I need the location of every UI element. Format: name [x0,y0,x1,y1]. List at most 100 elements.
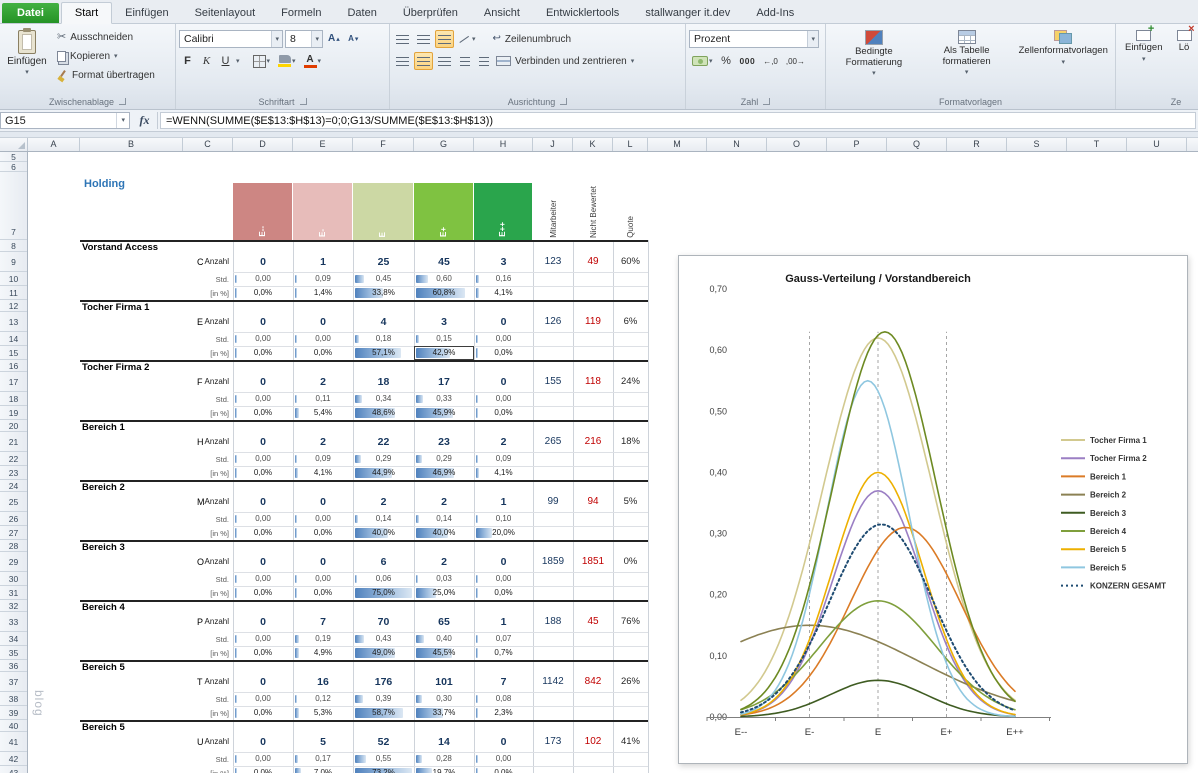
paste-button[interactable]: Einfügen ▾ [3,26,51,94]
row-header-30[interactable]: 30 [0,572,27,586]
cell-D41[interactable]: 0 [233,732,293,752]
cell-E41[interactable]: 5 [293,732,353,752]
comma-style-button[interactable]: 000 [737,52,759,70]
cell-D35[interactable]: 0,0% [233,646,293,660]
col-header-R[interactable]: R [947,138,1007,151]
row-header-38[interactable]: 38 [0,692,27,706]
ribbon-tab-entwicklertools[interactable]: Entwicklertools [533,3,632,23]
cell-G38[interactable]: 0,30 [414,692,474,706]
cell-D11[interactable]: 0,0% [233,286,293,300]
cell-J41[interactable]: 173 [533,732,573,752]
cell-D22[interactable]: 0,00 [233,452,293,466]
ribbon-tab-stallwanger-it-dev[interactable]: stallwanger it.dev [632,3,743,23]
cell-H30[interactable]: 0,00 [474,572,533,586]
align-left-button[interactable] [393,52,412,70]
conditional-formatting-button[interactable]: Bedingte Formatierung▾ [829,26,919,94]
decrease-indent-button[interactable] [456,52,473,70]
bold-button[interactable]: F [179,52,196,70]
increase-indent-button[interactable] [475,52,492,70]
cell-F34[interactable]: 0,43 [353,632,414,646]
cell-G9[interactable]: 45 [414,252,474,272]
cell-L17[interactable]: 24% [613,372,648,392]
cell-F22[interactable]: 0,29 [353,452,414,466]
row-header-43[interactable]: 43 [0,766,27,773]
cell-G33[interactable]: 65 [414,612,474,632]
cell-F15[interactable]: 57,1% [353,346,414,360]
row-header-24[interactable]: 24 [0,480,27,492]
cell-H35[interactable]: 0,7% [474,646,533,660]
align-bottom-button[interactable] [435,30,454,48]
cell-D21[interactable]: 0 [233,432,293,452]
cell-G13[interactable]: 3 [414,312,474,332]
cell-D26[interactable]: 0,00 [233,512,293,526]
cell-D18[interactable]: 0,00 [233,392,293,406]
cell-D38[interactable]: 0,00 [233,692,293,706]
font-family-select[interactable]: Calibri▾ [179,30,283,48]
cell-K33[interactable]: 45 [573,612,613,632]
cell-E19[interactable]: 5,4% [293,406,353,420]
cell-F23[interactable]: 44,9% [353,466,414,480]
section-name-cell[interactable]: Tocher Firma 1 [82,302,149,313]
font-color-button[interactable]: A▾ [301,52,325,70]
section-name-cell[interactable]: Bereich 5 [82,662,125,673]
cell-F10[interactable]: 0,45 [353,272,414,286]
dialog-launcher-icon[interactable] [763,98,770,105]
cell-J21[interactable]: 265 [533,432,573,452]
row-header-5[interactable]: 5 [0,152,27,162]
cell-styles-button[interactable]: Zellenformatvorlagen▾ [1014,26,1112,94]
ribbon-tab--berpr-fen[interactable]: Überprüfen [390,3,471,23]
ribbon-tab-seitenlayout[interactable]: Seitenlayout [182,3,269,23]
cut-button[interactable]: ✂Ausschneiden [55,29,157,45]
wrap-text-button[interactable]: ↩Zeilenumbruch [491,31,574,47]
cell-K37[interactable]: 842 [573,672,613,692]
row-header-18[interactable]: 18 [0,392,27,406]
cell-G23[interactable]: 46,9% [414,466,474,480]
cell-D37[interactable]: 0 [233,672,293,692]
section-name-cell[interactable]: Vorstand Access [82,242,158,253]
cell-J13[interactable]: 126 [533,312,573,332]
accounting-format-button[interactable]: ▾ [689,52,716,70]
cell-E30[interactable]: 0,00 [293,572,353,586]
cell-F35[interactable]: 49,0% [353,646,414,660]
row-header-40[interactable]: 40 [0,720,27,732]
cell-E14[interactable]: 0,00 [293,332,353,346]
decrease-decimal-button[interactable]: ,00→ [783,52,808,70]
row-header-28[interactable]: 28 [0,540,27,552]
cell-F33[interactable]: 70 [353,612,414,632]
cell-E39[interactable]: 5,3% [293,706,353,720]
borders-button[interactable]: ▾ [250,52,274,70]
cell-H9[interactable]: 3 [474,252,533,272]
cell-F29[interactable]: 6 [353,552,414,572]
cell-E17[interactable]: 2 [293,372,353,392]
row-header-12[interactable]: 12 [0,300,27,312]
cell-G29[interactable]: 2 [414,552,474,572]
row-header-21[interactable]: 21 [0,432,27,452]
cell-H26[interactable]: 0,10 [474,512,533,526]
cell-F17[interactable]: 18 [353,372,414,392]
cell-H43[interactable]: 0,0% [474,766,533,773]
cell-H17[interactable]: 0 [474,372,533,392]
cell-F11[interactable]: 33,8% [353,286,414,300]
shrink-font-button[interactable]: A▾ [345,30,362,48]
cell-E35[interactable]: 4,9% [293,646,353,660]
cell-G18[interactable]: 0,33 [414,392,474,406]
rating-header-3[interactable]: E+ [414,183,474,240]
cell-E21[interactable]: 2 [293,432,353,452]
cell-D42[interactable]: 0,00 [233,752,293,766]
cell-F30[interactable]: 0,06 [353,572,414,586]
section-name-cell[interactable]: Bereich 3 [82,542,125,553]
row-header-37[interactable]: 37 [0,672,27,692]
row-header-14[interactable]: 14 [0,332,27,346]
row-header-33[interactable]: 33 [0,612,27,632]
cell-H21[interactable]: 2 [474,432,533,452]
cell-G37[interactable]: 101 [414,672,474,692]
cell-E15[interactable]: 0,0% [293,346,353,360]
col-header-M[interactable]: M [648,138,707,151]
cell-L29[interactable]: 0% [613,552,648,572]
cell-J29[interactable]: 1859 [533,552,573,572]
cell-H39[interactable]: 2,3% [474,706,533,720]
align-middle-button[interactable] [414,30,433,48]
row-header-23[interactable]: 23 [0,466,27,480]
row-header-39[interactable]: 39 [0,706,27,720]
insert-cells-button[interactable]: Einfügen▾ [1123,26,1165,94]
